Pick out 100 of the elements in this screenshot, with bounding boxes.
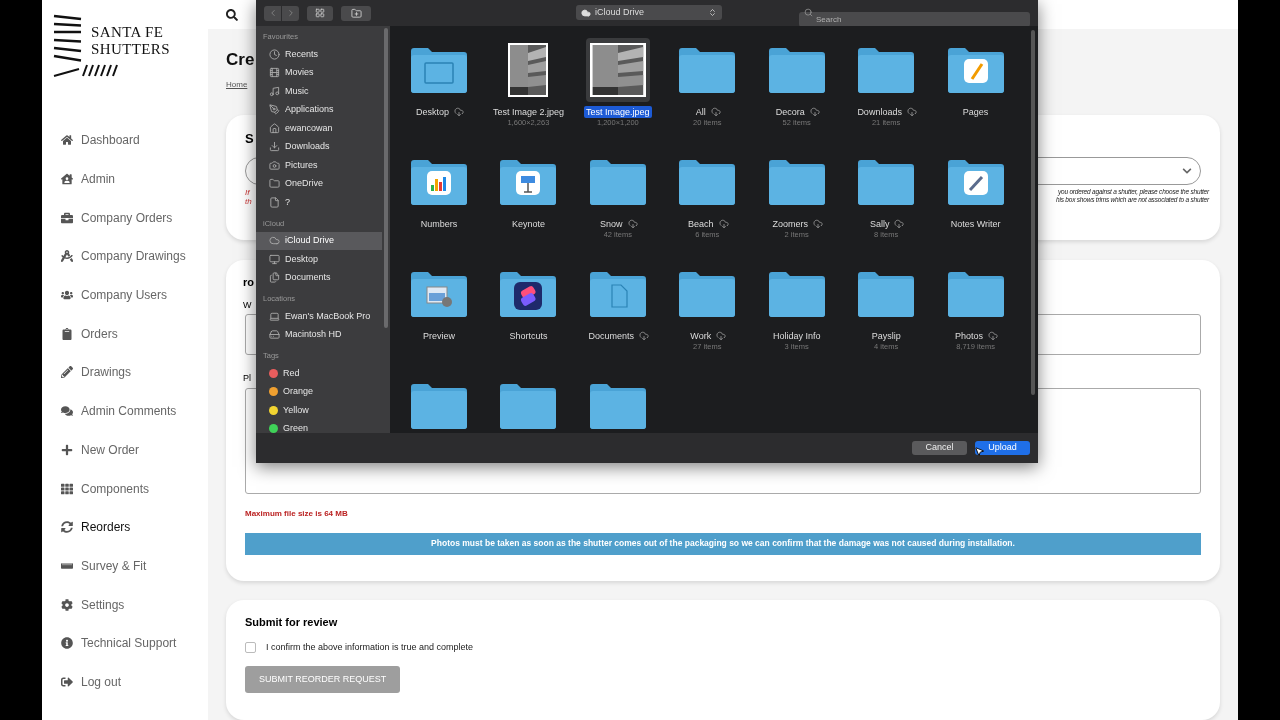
folder-icon[interactable] bbox=[589, 383, 646, 429]
nav-item[interactable]: Technical Support bbox=[61, 623, 208, 663]
nav-item[interactable]: Company Users bbox=[61, 275, 208, 315]
sidebar-item[interactable]: OneDrive bbox=[256, 174, 382, 193]
nav-item[interactable]: Admin Comments bbox=[61, 391, 208, 431]
file-name[interactable]: Zoomers bbox=[770, 218, 810, 230]
sidebar-item[interactable]: Red bbox=[256, 364, 382, 383]
folder-icon[interactable] bbox=[500, 159, 557, 205]
sidebar-item[interactable]: ewancowan bbox=[256, 119, 382, 138]
nav-item[interactable]: Orders bbox=[61, 314, 208, 354]
sidebar-item[interactable]: Documents bbox=[256, 268, 382, 287]
file-name[interactable]: Beach bbox=[686, 218, 716, 230]
breadcrumb-link[interactable]: Home bbox=[226, 79, 248, 91]
file-name[interactable]: All bbox=[693, 106, 708, 118]
house-user-icon bbox=[61, 173, 73, 186]
search-icon bbox=[804, 8, 813, 17]
file-name[interactable]: Photos bbox=[953, 330, 986, 342]
checkbox[interactable] bbox=[245, 641, 256, 653]
sidebar-item[interactable]: Downloads bbox=[256, 137, 382, 156]
section-heading: ro bbox=[243, 275, 254, 290]
nav-item[interactable]: Reorders bbox=[61, 507, 208, 547]
folder-icon[interactable] bbox=[500, 271, 557, 317]
folder-icon[interactable] bbox=[589, 271, 646, 317]
file-name[interactable]: Preview bbox=[421, 330, 457, 342]
new-folder-button[interactable] bbox=[341, 5, 371, 21]
folder-icon[interactable] bbox=[411, 159, 467, 205]
sidebar-item[interactable]: Desktop bbox=[256, 250, 382, 269]
sidebar-item[interactable]: Yellow bbox=[256, 401, 382, 420]
folder-icon[interactable] bbox=[411, 383, 467, 429]
file-name[interactable]: Payslip bbox=[869, 330, 903, 342]
file-name[interactable]: Documents bbox=[586, 330, 637, 342]
sidebar-item[interactable]: Pictures bbox=[256, 156, 382, 175]
view-button[interactable] bbox=[307, 5, 333, 21]
folder-icon[interactable] bbox=[858, 47, 915, 93]
nav-item[interactable]: Survey & Fit bbox=[61, 546, 208, 586]
folder-icon[interactable] bbox=[947, 271, 1004, 317]
folder-icon[interactable] bbox=[768, 47, 825, 93]
monitor-icon bbox=[269, 253, 280, 265]
file-name[interactable]: Work bbox=[688, 330, 714, 342]
search-icon[interactable] bbox=[226, 8, 238, 21]
new-folder-icon bbox=[350, 7, 362, 19]
folder-icon[interactable] bbox=[858, 271, 915, 317]
folder-icon[interactable] bbox=[411, 271, 467, 317]
file-name[interactable]: Desktop bbox=[414, 106, 451, 118]
file-name[interactable]: Decora bbox=[773, 106, 807, 118]
cancel-button[interactable]: Cancel bbox=[912, 441, 967, 455]
folder-icon[interactable] bbox=[411, 47, 467, 93]
nav-item[interactable]: Company Orders bbox=[61, 198, 208, 238]
nav-item[interactable]: Components bbox=[61, 469, 208, 508]
folder-icon[interactable] bbox=[500, 383, 557, 429]
pencil-emblem-icon bbox=[963, 171, 988, 195]
sidebar-item[interactable]: Green bbox=[256, 419, 382, 433]
file-name[interactable]: Shortcuts bbox=[507, 330, 550, 342]
sidebar-item[interactable]: iCloud Drive bbox=[256, 231, 382, 250]
sidebar-item[interactable]: Music bbox=[256, 82, 382, 101]
folder-icon[interactable] bbox=[768, 271, 825, 317]
nav-item[interactable]: Admin bbox=[61, 159, 208, 199]
folder-icon[interactable] bbox=[679, 159, 736, 205]
file-name[interactable]: Pages bbox=[960, 106, 991, 118]
info-banner: Photos must be taken as soon as the shutter comes out of the packaging so we can confirm that the damage was not caused during installation. bbox=[245, 532, 1201, 555]
file-name[interactable]: Numbers bbox=[418, 218, 460, 230]
file-name[interactable]: Snow bbox=[598, 218, 625, 230]
folder-icon[interactable] bbox=[947, 47, 1004, 93]
nav-item[interactable]: Log out bbox=[61, 662, 208, 702]
nav-item[interactable]: Settings bbox=[61, 585, 208, 624]
file-name[interactable]: Downloads bbox=[855, 106, 904, 118]
file-name[interactable]: Holiday Info bbox=[770, 330, 823, 342]
file-name[interactable]: Sally bbox=[867, 218, 892, 230]
sidebar-item[interactable]: ? bbox=[256, 193, 382, 212]
sidebar-item[interactable]: Applications bbox=[256, 100, 382, 119]
location-popup[interactable]: iCloud Drive bbox=[576, 5, 722, 20]
file-name[interactable]: Notes Writer bbox=[948, 218, 1003, 230]
sidebar-item[interactable]: Orange bbox=[256, 382, 382, 401]
compass-icon bbox=[61, 250, 73, 263]
sidebar-item[interactable]: Movies bbox=[256, 63, 382, 82]
sidebar-item[interactable]: Macintosh HD bbox=[256, 325, 382, 344]
folder-icon[interactable] bbox=[768, 159, 825, 205]
folder-icon[interactable] bbox=[947, 159, 1004, 205]
pencil-icon bbox=[61, 366, 73, 379]
file-name[interactable]: Keynote bbox=[509, 218, 547, 230]
sidebar-item[interactable]: Ewan's MacBook Pro bbox=[256, 307, 382, 326]
folder-icon[interactable] bbox=[679, 271, 736, 317]
page-title: Cre bbox=[226, 49, 255, 71]
sidebar-item[interactable]: Recents bbox=[256, 45, 382, 64]
nav-item[interactable]: Company Drawings bbox=[61, 237, 208, 276]
film-icon bbox=[269, 67, 280, 79]
file-name[interactable]: Test Image.jpeg bbox=[584, 106, 652, 118]
nav-item[interactable]: Dashboard bbox=[61, 121, 208, 160]
nav-item[interactable]: Drawings bbox=[61, 353, 208, 392]
nav-item[interactable]: New Order bbox=[61, 430, 208, 470]
error-text: th bbox=[245, 196, 252, 206]
folder-icon[interactable] bbox=[589, 159, 646, 205]
home-icon bbox=[61, 134, 73, 147]
folder-icon[interactable] bbox=[679, 47, 736, 93]
sync-icon bbox=[61, 521, 73, 534]
folder-icon[interactable] bbox=[858, 159, 915, 205]
upload-button[interactable]: Upload bbox=[975, 441, 1030, 455]
podium-emblem-icon bbox=[516, 171, 541, 195]
logo-icon bbox=[53, 14, 83, 62]
file-name[interactable]: Test Image 2.jpeg bbox=[490, 106, 566, 118]
